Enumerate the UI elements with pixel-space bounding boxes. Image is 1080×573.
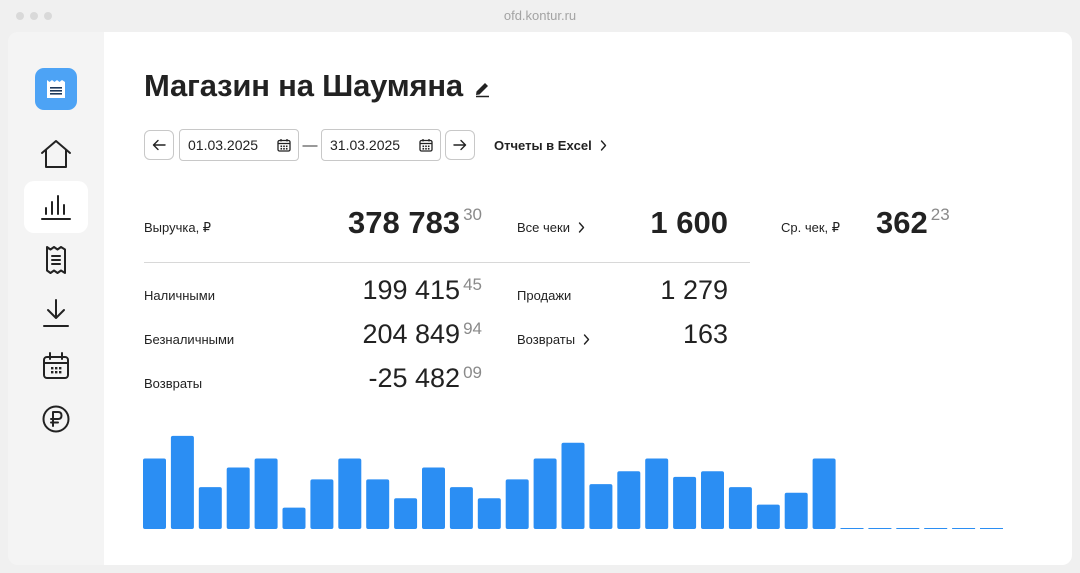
chart-bar-day-15[interactable] — [533, 458, 557, 530]
main-content: Магазин на Шаумяна 01.03.2025 — 31.03.20… — [104, 32, 1072, 565]
sidebar-item-receipts[interactable] — [24, 234, 88, 286]
app-logo[interactable] — [35, 68, 77, 110]
receipt-icon — [46, 246, 66, 274]
chart-bar-day-10[interactable] — [394, 498, 418, 529]
chart-bar-day-22[interactable] — [728, 487, 752, 529]
chart-bar-day-28[interactable] — [896, 528, 920, 529]
chart-bar-day-13[interactable] — [477, 498, 501, 529]
chart-bar-day-19[interactable] — [645, 458, 669, 530]
chart-bar-day-2[interactable] — [170, 435, 194, 529]
chart-bar-day-26[interactable] — [840, 528, 864, 529]
bar-chart-icon — [41, 195, 71, 220]
chart-bar-day-9[interactable] — [366, 479, 390, 529]
chart-bar-day-7[interactable] — [310, 479, 334, 529]
sidebar-item-download[interactable] — [24, 287, 88, 339]
sidebar — [8, 32, 104, 565]
sidebar-item-home[interactable] — [24, 128, 88, 180]
sidebar-item-calendar[interactable] — [24, 340, 88, 392]
chart-bar-day-5[interactable] — [254, 458, 278, 530]
receipt-logo-icon — [47, 80, 65, 98]
chart-bar-day-14[interactable] — [505, 479, 529, 529]
chart-bar-day-27[interactable] — [868, 528, 892, 529]
chart-bar-day-18[interactable] — [617, 471, 641, 529]
chart-bar-day-29[interactable] — [924, 528, 948, 529]
chart-bar-day-20[interactable] — [673, 476, 697, 529]
chart-bar-day-23[interactable] — [756, 504, 780, 529]
sidebar-item-ruble[interactable] — [24, 393, 88, 445]
address-bar-url[interactable]: ofd.kontur.ru — [0, 8, 1080, 23]
home-icon — [41, 140, 71, 168]
chart-bar-day-11[interactable] — [422, 467, 445, 530]
browser-chrome: ofd.kontur.ru — [0, 0, 1080, 32]
download-icon — [43, 299, 69, 327]
chart-bar-day-24[interactable] — [784, 492, 808, 529]
chart-bar-day-30[interactable] — [952, 528, 976, 529]
chart-bar-day-6[interactable] — [282, 507, 306, 529]
chart-bar-day-17[interactable] — [589, 484, 613, 529]
chart-bar-day-21[interactable] — [701, 471, 724, 529]
chart-bar-day-12[interactable] — [449, 487, 473, 529]
chart-bar-day-4[interactable] — [226, 467, 250, 530]
app-window: Магазин на Шаумяна 01.03.2025 — 31.03.20… — [8, 32, 1072, 565]
daily-revenue-chart — [143, 435, 1003, 530]
calendar-icon — [43, 352, 69, 379]
chart-bar-day-16[interactable] — [561, 442, 585, 529]
chart-bar-day-25[interactable] — [812, 458, 836, 530]
chart-bar-day-1[interactable] — [143, 458, 166, 530]
sidebar-item-reports[interactable] — [24, 181, 88, 233]
chart-bar-day-31[interactable] — [980, 528, 1003, 529]
ruble-icon — [42, 405, 70, 433]
chart-bar-day-3[interactable] — [198, 487, 222, 529]
chart-bar-day-8[interactable] — [338, 458, 362, 530]
